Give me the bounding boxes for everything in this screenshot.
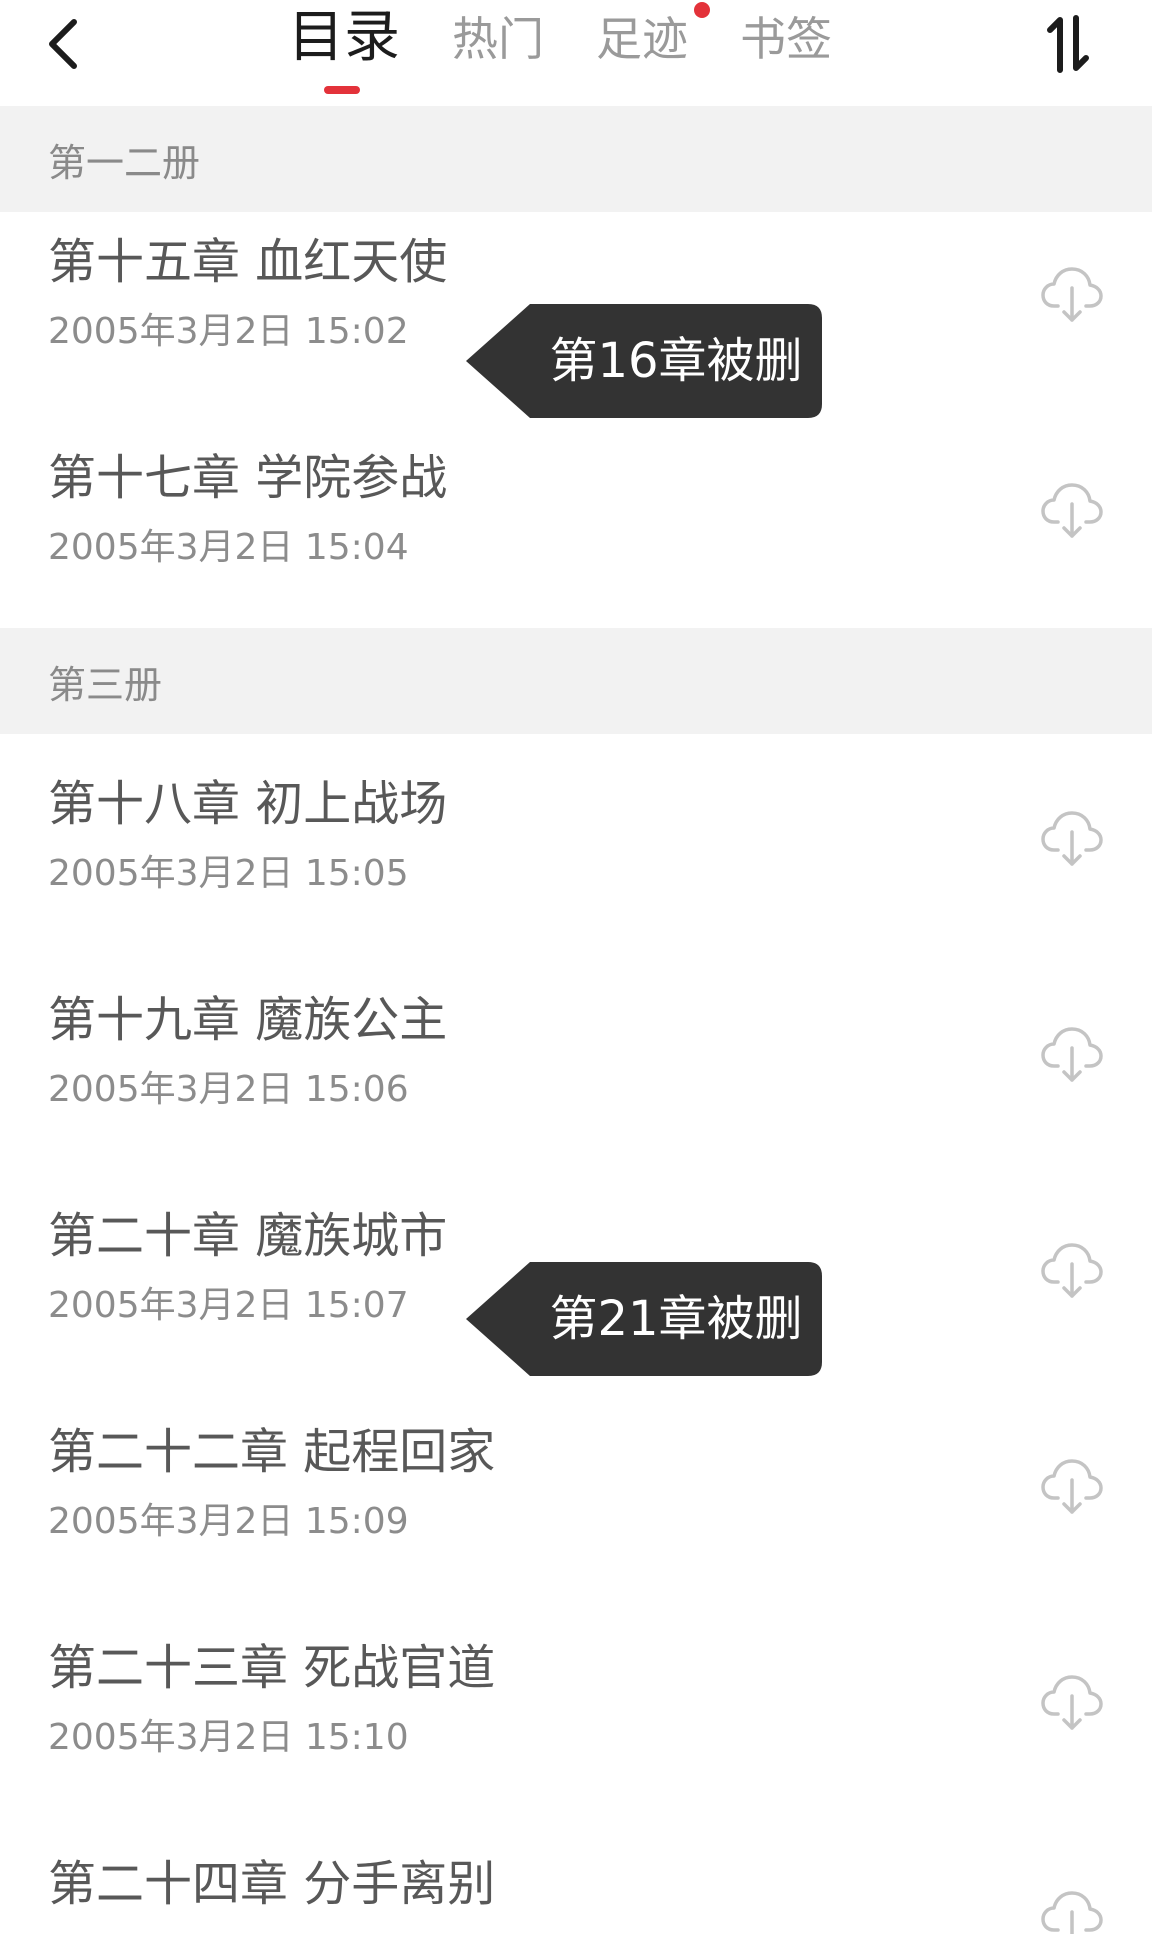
tab-catalog-label: 目录: [288, 5, 400, 70]
cloud-download-icon[interactable]: [1040, 1886, 1104, 1934]
tab-bar: 目录 热门 足迹 书签: [288, 0, 884, 100]
chapter-title: 第二十四章 分手离别: [48, 1856, 496, 1912]
tab-history-label: 足迹: [596, 12, 688, 66]
callout-label: 第16章被删: [549, 333, 803, 389]
chapter-time: 2005年3月2日 15:09: [48, 1501, 409, 1542]
chapter-title: 第十五章 血红天使: [48, 234, 448, 290]
cloud-download-icon[interactable]: [1040, 1670, 1104, 1734]
chapter-item[interactable]: 第十七章 学院参战 2005年3月2日 15:04: [0, 428, 1152, 628]
chapter-time: 2005年3月2日 15:07: [48, 1285, 409, 1326]
volume-header: 第一二册: [0, 106, 1152, 212]
tab-bookmarks-label: 书签: [740, 12, 832, 66]
tab-catalog[interactable]: 目录: [288, 0, 400, 94]
top-nav-bar: 目录 热门 足迹 书签: [0, 0, 1152, 106]
cloud-download-icon[interactable]: [1040, 1238, 1104, 1302]
chapter-item[interactable]: 第二十三章 死战官道 2005年3月2日 15:10: [0, 1598, 1152, 1814]
notification-dot: [694, 2, 710, 18]
tab-popular-label: 热门: [452, 12, 544, 66]
cloud-download-icon[interactable]: [1040, 478, 1104, 542]
sort-toggle-button[interactable]: [1036, 8, 1100, 80]
chapter-title: 第二十章 魔族城市: [48, 1208, 448, 1264]
chapter-title: 第十八章 初上战场: [48, 776, 448, 832]
chapter-item[interactable]: 第十八章 初上战场 2005年3月2日 15:05: [0, 734, 1152, 950]
cloud-download-icon[interactable]: [1040, 262, 1104, 326]
back-button[interactable]: [44, 8, 104, 80]
deleted-chapter-callout: 第21章被删: [466, 1262, 822, 1376]
chapter-title: 第十九章 魔族公主: [48, 992, 448, 1048]
chapter-title: 第十七章 学院参战: [48, 450, 448, 506]
chapter-item[interactable]: 第十九章 魔族公主 2005年3月2日 15:06: [0, 950, 1152, 1166]
volume-title: 第三册: [48, 662, 163, 707]
volume-header: 第三册: [0, 628, 1152, 734]
chapter-time: 2005年3月2日 15:06: [48, 1069, 409, 1110]
active-tab-indicator: [324, 86, 360, 94]
tab-bookmarks[interactable]: 书签: [740, 0, 832, 62]
sort-toggle-icon: [1047, 15, 1089, 73]
tab-popular[interactable]: 热门: [452, 0, 544, 62]
chapter-title: 第二十三章 死战官道: [48, 1640, 496, 1696]
chevron-left-icon: [49, 19, 77, 69]
chapter-time: 2005年3月2日 15:04: [48, 527, 409, 568]
chapter-item[interactable]: 第二十四章 分手离别: [0, 1814, 1152, 1934]
cloud-download-icon[interactable]: [1040, 806, 1104, 870]
deleted-chapter-callout: 第16章被删: [466, 304, 822, 418]
chapter-time: 2005年3月2日 15:05: [48, 853, 409, 894]
cloud-download-icon[interactable]: [1040, 1022, 1104, 1086]
cloud-download-icon[interactable]: [1040, 1454, 1104, 1518]
chapter-title: 第二十二章 起程回家: [48, 1424, 496, 1480]
callout-label: 第21章被删: [549, 1291, 803, 1347]
chapter-item[interactable]: 第二十二章 起程回家 2005年3月2日 15:09: [0, 1382, 1152, 1598]
chapter-time: 2005年3月2日 15:10: [48, 1717, 409, 1758]
tab-history[interactable]: 足迹: [596, 0, 710, 62]
volume-title: 第一二册: [48, 140, 201, 185]
chapter-time: 2005年3月2日 15:02: [48, 311, 409, 352]
